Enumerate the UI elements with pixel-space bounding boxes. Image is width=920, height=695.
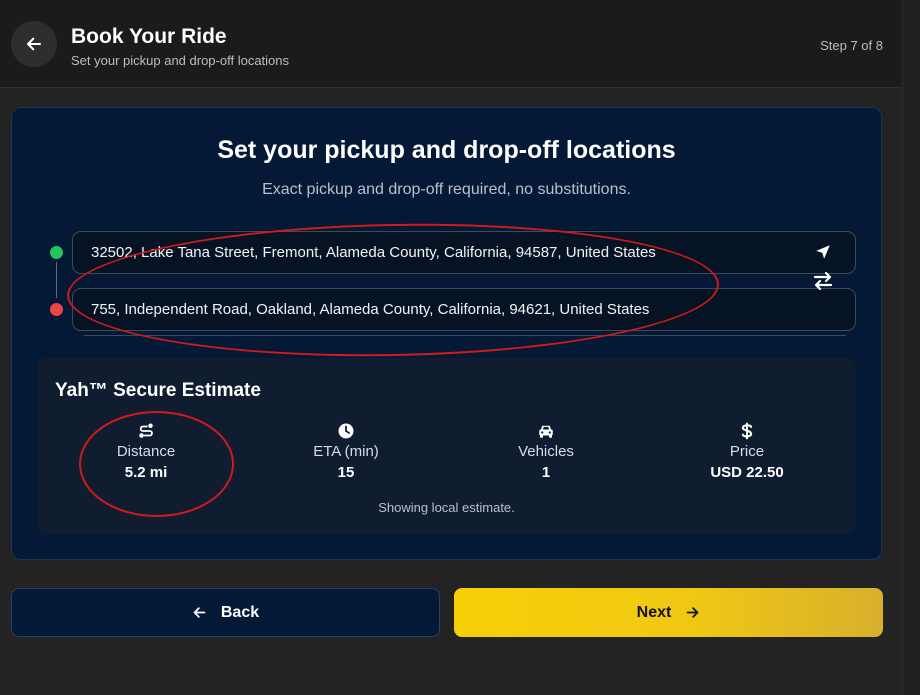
- card-subtitle: Exact pickup and drop-off required, no s…: [262, 181, 631, 198]
- metric-label: ETA (min): [313, 443, 379, 460]
- dropoff-marker: [50, 303, 63, 316]
- metric-distance: Distance 5.2 mi: [71, 421, 221, 481]
- navigation-arrow-icon: [816, 245, 830, 259]
- clock-icon: [338, 423, 354, 439]
- page-subtitle: Set your pickup and drop-off locations: [71, 53, 290, 68]
- metric-label: Vehicles: [518, 443, 574, 460]
- swap-locations-button[interactable]: [812, 271, 834, 291]
- arrow-left-icon: [193, 607, 206, 618]
- metric-price: Price USD 22.50: [672, 421, 822, 481]
- metric-vehicles: Vehicles 1: [471, 421, 621, 481]
- page-title: Book Your Ride: [71, 25, 227, 48]
- step-indicator: Step 7 of 8: [820, 38, 883, 53]
- arrow-right-icon: [686, 607, 699, 618]
- swap-arrows-icon: [813, 271, 833, 291]
- pickup-marker: [50, 246, 63, 259]
- route-icon: [139, 423, 153, 438]
- dollar-icon: [741, 422, 753, 440]
- card-title: Set your pickup and drop-off locations: [217, 136, 676, 164]
- back-button-label: Back: [220, 603, 260, 621]
- metric-value: USD 22.50: [710, 464, 784, 481]
- header-bar: Book Your Ride Set your pickup and drop-…: [0, 0, 902, 88]
- car-icon: [539, 425, 553, 438]
- arrow-left-icon: [26, 37, 42, 51]
- metric-label: Distance: [116, 443, 176, 460]
- next-button[interactable]: Next: [454, 588, 883, 637]
- metric-label: Price: [729, 443, 765, 460]
- next-button-label: Next: [636, 603, 672, 621]
- estimate-note: Showing local estimate.: [378, 500, 515, 515]
- field-divider: [84, 335, 846, 336]
- pickup-location-input[interactable]: 32502, Lake Tana Street, Fremont, Alamed…: [72, 231, 856, 274]
- metric-value: 1: [541, 464, 551, 481]
- metric-eta: ETA (min) 15: [271, 421, 421, 481]
- estimate-title: Yah™ Secure Estimate: [55, 380, 261, 401]
- metric-value: 15: [337, 464, 355, 481]
- use-current-location-button[interactable]: [814, 243, 832, 261]
- booking-page: Book Your Ride Set your pickup and drop-…: [0, 0, 920, 695]
- header-back-button[interactable]: [11, 21, 57, 67]
- metric-value: 5.2 mi: [124, 464, 168, 481]
- route-connector-line: [56, 262, 57, 298]
- dropoff-location-input[interactable]: 755, Independent Road, Oakland, Alameda …: [72, 288, 856, 331]
- window-edge: [902, 0, 920, 695]
- back-button[interactable]: Back: [11, 588, 440, 637]
